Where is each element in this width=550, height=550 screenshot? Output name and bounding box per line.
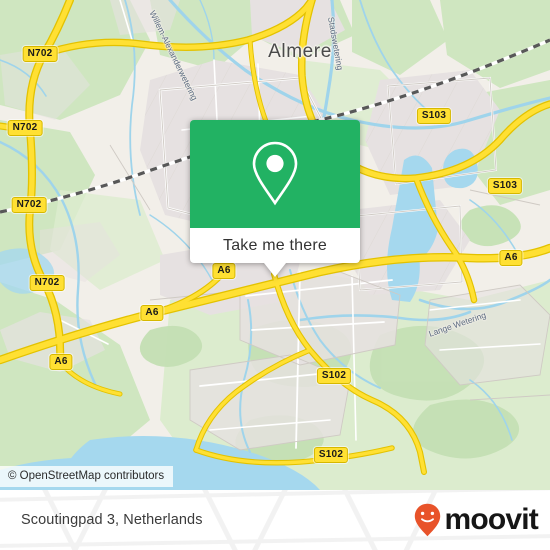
osm-attribution[interactable]: © OpenStreetMap contributors <box>0 466 174 487</box>
map-share-card: N702 N702 N702 N702 A6 A6 A6 A6 S103 S103 S102 S102… <box>0 0 550 550</box>
map-canvas[interactable]: N702 N702 N702 N702 A6 A6 A6 A6 S103 S103 S102 S102… <box>0 0 550 490</box>
map-pin-icon <box>252 141 298 206</box>
card-icon-area <box>190 120 360 228</box>
footer-bar: Scoutingpad 3, Netherlands moovit <box>0 490 550 550</box>
location-callout-card[interactable]: Take me there <box>190 120 360 277</box>
moovit-logo[interactable]: moovit <box>414 503 539 537</box>
callout-tail <box>264 263 286 277</box>
take-me-there-label: Take me there <box>223 236 327 254</box>
moovit-wordmark: moovit <box>444 503 538 536</box>
water-label: Willem-Alexanderwetering <box>147 8 200 102</box>
moovit-pin-icon <box>415 503 441 537</box>
water-label: Stadswetering <box>326 16 346 71</box>
address-text: Scoutingpad 3, Netherlands <box>21 512 203 528</box>
card-action-area[interactable]: Take me there <box>190 228 360 277</box>
water-label: Lange Wetering <box>427 309 488 339</box>
